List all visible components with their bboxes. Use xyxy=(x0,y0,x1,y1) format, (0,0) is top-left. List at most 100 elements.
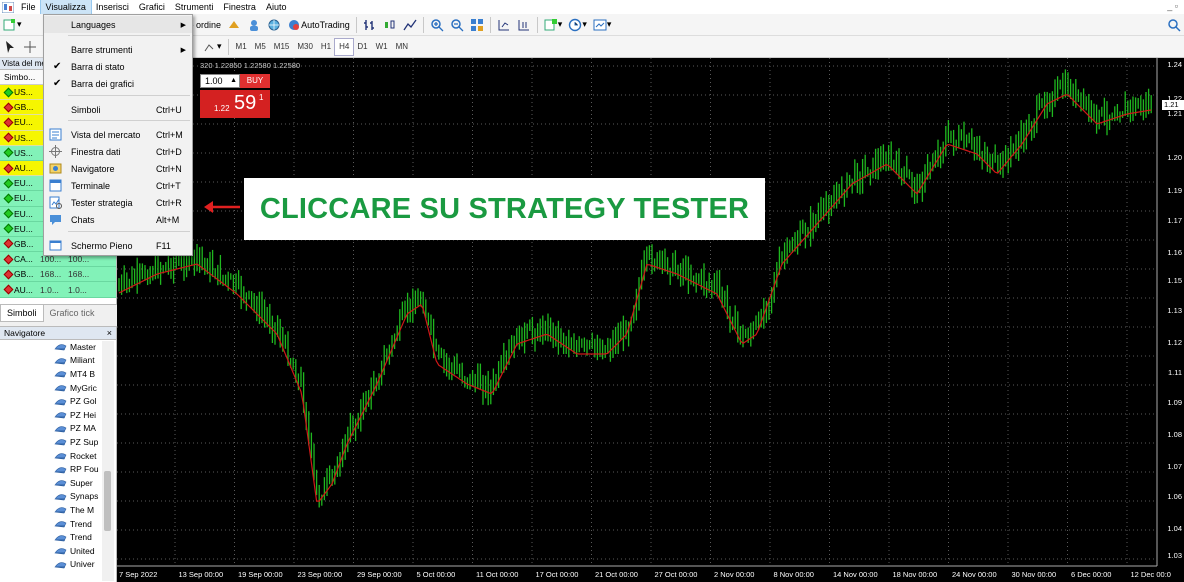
menu-item-simboli[interactable]: Simboli Ctrl+U xyxy=(44,101,192,118)
menu-grafici[interactable]: Grafici xyxy=(134,0,170,14)
navigator-item[interactable]: PZ Sup xyxy=(0,435,108,449)
lot-size-field[interactable]: 1.00 ▲ xyxy=(200,74,240,88)
zoom-out-button[interactable] xyxy=(447,16,467,34)
autoscroll-button[interactable] xyxy=(514,16,534,34)
templates-button[interactable]: ▾ xyxy=(590,16,615,34)
spin-up-icon[interactable]: ▲ xyxy=(230,75,237,87)
cursor-button[interactable] xyxy=(0,38,20,56)
navigator-item[interactable]: RP Fou xyxy=(0,462,108,476)
periods-button[interactable]: ▾ xyxy=(565,16,590,34)
menu-visualizza[interactable]: Visualizza xyxy=(39,0,92,15)
timeframe-m15[interactable]: M15 xyxy=(270,39,294,55)
menu-item-barra-di-stato[interactable]: ✔ Barra di stato xyxy=(44,58,192,75)
crosshair-button[interactable] xyxy=(20,38,40,56)
navigator-item[interactable]: The M xyxy=(0,503,108,517)
menu-item-terminale[interactable]: Terminale Ctrl+T xyxy=(44,177,192,194)
menu-item-barra-dei-grafici[interactable]: ✔ Barra dei grafici xyxy=(44,75,192,92)
navigator-list: Master Miliant MT4 B MyGric PZ Gol PZ Hei PZ M… xyxy=(0,340,116,571)
menu-item-label: Simboli xyxy=(71,104,101,115)
timeframe-d1[interactable]: D1 xyxy=(353,39,371,55)
navigator-scrollbar[interactable] xyxy=(102,341,114,581)
users-icon xyxy=(250,19,259,31)
chart-shift-icon xyxy=(498,19,509,30)
scrollbar-thumb[interactable] xyxy=(104,471,111,531)
checkmark-icon: ✔ xyxy=(53,78,62,89)
navigator-item[interactable]: PZ MA xyxy=(0,422,108,436)
minimize-icon[interactable]: _ ▫ xyxy=(1167,1,1178,11)
community-button[interactable] xyxy=(244,16,264,34)
navigator-item[interactable]: PZ Hei xyxy=(0,408,108,422)
navigator-item[interactable]: United xyxy=(0,544,108,558)
timeframe-h1[interactable]: H1 xyxy=(317,39,335,55)
navigator-item[interactable]: Trend xyxy=(0,517,108,531)
buy-price-button[interactable]: 1.22 59 1 xyxy=(200,90,270,118)
menu-item-languages[interactable]: Languages ▶ xyxy=(44,16,192,33)
menu-item-tester-strategia[interactable]: Tester strategia Ctrl+R xyxy=(44,194,192,211)
menu-inserisci[interactable]: Inserisci xyxy=(91,0,134,14)
navigator-item[interactable]: Rocket xyxy=(0,449,108,463)
indicators-button[interactable]: ▾ xyxy=(541,16,566,34)
navigator-item[interactable]: Super xyxy=(0,476,108,490)
price-down-icon xyxy=(3,239,14,249)
buy-button[interactable]: BUY xyxy=(240,74,270,88)
navigator-item[interactable]: Miliant xyxy=(0,354,108,368)
timeframe-mn[interactable]: MN xyxy=(392,39,412,55)
bar-chart-button[interactable] xyxy=(360,16,380,34)
navigator-item[interactable]: Univer xyxy=(0,558,108,572)
navigator-item[interactable]: Master xyxy=(0,340,108,354)
menu-item-finestra-dati[interactable]: Finestra dati Ctrl+D xyxy=(44,143,192,160)
navigator-item[interactable]: MyGric xyxy=(0,381,108,395)
menu-item-schermo-pieno[interactable]: Schermo Pieno F11 xyxy=(44,237,192,254)
instruction-callout: CLICCARE SU STRATEGY TESTER xyxy=(244,178,765,240)
navigator-item[interactable]: Synaps xyxy=(0,490,108,504)
timeframe-w1[interactable]: W1 xyxy=(372,39,392,55)
zoom-in-icon xyxy=(431,18,444,31)
price-chart[interactable]: 320 1.22850 1.22580 1.22580 1.00 ▲ BUY 1.… xyxy=(117,58,1184,582)
tab-grafico-tick[interactable]: Grafico tick xyxy=(44,305,101,322)
navigator-item[interactable]: Trend xyxy=(0,530,108,544)
menu-item-label: Chats xyxy=(71,214,95,225)
timeframe-m1[interactable]: M1 xyxy=(232,39,251,55)
expert-advisor-icon xyxy=(54,426,67,433)
menu-item-shortcut: Ctrl+R xyxy=(156,197,182,208)
tile-windows-button[interactable] xyxy=(467,16,487,34)
menu-finestra[interactable]: Finestra xyxy=(218,0,261,14)
menu-item-vista-del-mercato[interactable]: Vista del mercato Ctrl+M xyxy=(44,126,192,143)
market-watch-row[interactable]: AU... 1.0... 1.0... xyxy=(0,282,116,298)
zoom-in-button[interactable] xyxy=(427,16,447,34)
expert-advisor-icon xyxy=(54,453,67,460)
navigator-item-label: Miliant xyxy=(70,355,95,366)
menu-strumenti[interactable]: Strumenti xyxy=(170,0,219,14)
menu-item-navigatore[interactable]: Navigatore Ctrl+N xyxy=(44,160,192,177)
tab-simboli[interactable]: Simboli xyxy=(0,305,44,322)
market-button[interactable] xyxy=(264,16,284,34)
price-tick-label: 1.24 xyxy=(1167,60,1182,69)
market-watch-row[interactable]: GB... 168... 168... xyxy=(0,267,116,283)
menu-item-label: Finestra dati xyxy=(71,146,121,157)
timeframe-h4[interactable]: H4 xyxy=(334,37,355,56)
symbol-sym: AU... xyxy=(14,284,33,295)
navigator-item[interactable]: PZ Gol xyxy=(0,394,108,408)
timeframe-m30[interactable]: M30 xyxy=(293,39,317,55)
timeframe-m5[interactable]: M5 xyxy=(251,39,270,55)
candlestick-button[interactable] xyxy=(380,16,400,34)
time-tick-label: 19 Sep 00:00 xyxy=(238,570,283,579)
draw-tools-button[interactable]: ▾ xyxy=(200,38,225,56)
search-button[interactable] xyxy=(1164,16,1184,34)
new-chart-button[interactable]: ▾ xyxy=(0,16,25,34)
autotrading-button[interactable]: AutoTrading xyxy=(284,16,353,34)
menu-aiuto[interactable]: Aiuto xyxy=(261,0,292,14)
line-chart-icon xyxy=(403,19,417,30)
menu-item-barre-strumenti[interactable]: Barre strumenti ▶ xyxy=(44,41,192,58)
navigator-item-label: PZ MA xyxy=(70,423,96,434)
navigator-item-label: Univer xyxy=(70,559,95,570)
menu-file[interactable]: File xyxy=(16,0,41,14)
time-tick-label: 17 Oct 00:00 xyxy=(535,570,579,579)
menu-item-chats[interactable]: Chats Alt+M xyxy=(44,211,192,228)
chart-shift-button[interactable] xyxy=(494,16,514,34)
navigator-item[interactable]: MT4 B xyxy=(0,367,108,381)
price-up-icon xyxy=(3,208,14,219)
close-icon[interactable]: × xyxy=(107,327,112,340)
line-chart-button[interactable] xyxy=(400,16,420,34)
metaeditor-button[interactable] xyxy=(224,16,244,34)
